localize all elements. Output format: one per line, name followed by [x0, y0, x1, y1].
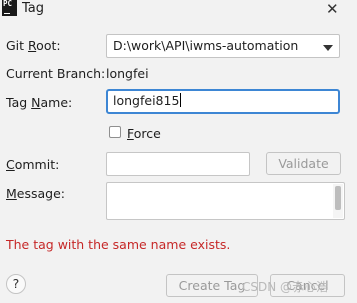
force-label[interactable]: Force [127, 126, 161, 141]
git-root-value: D:\work\API\iwms-automation [113, 38, 299, 53]
title-bar [0, 0, 357, 22]
current-branch-label: Current Branch: [6, 66, 106, 81]
commit-input[interactable] [106, 152, 250, 176]
text-caret [180, 93, 182, 107]
pycharm-app-icon: PC [2, 0, 17, 16]
git-root-combobox[interactable]: D:\work\API\iwms-automation [106, 34, 340, 58]
error-message: The tag with the same name exists. [6, 237, 231, 252]
git-root-label: Git Root: [6, 38, 61, 53]
commit-label: Commit: [6, 157, 60, 172]
watermark: CSDN @赤心浩 [242, 280, 329, 294]
app-icon-text: PC [3, 0, 13, 8]
tag-name-input[interactable]: longfei815 [106, 89, 340, 114]
dialog-title: Tag [22, 1, 45, 16]
tag-name-value: longfei815 [113, 93, 180, 108]
message-textarea[interactable] [106, 182, 345, 220]
chevron-down-icon[interactable] [323, 45, 333, 51]
validate-button[interactable]: Validate [266, 152, 341, 175]
help-button[interactable]: ? [6, 274, 26, 294]
force-checkbox[interactable] [109, 126, 121, 138]
close-icon[interactable]: ✕ [326, 0, 339, 18]
tag-name-label: Tag Name: [6, 95, 73, 110]
current-branch-value: longfei [106, 66, 149, 81]
message-scrollbar[interactable] [333, 184, 343, 218]
scrollbar-thumb[interactable] [335, 186, 341, 210]
message-label: Message: [6, 186, 66, 201]
